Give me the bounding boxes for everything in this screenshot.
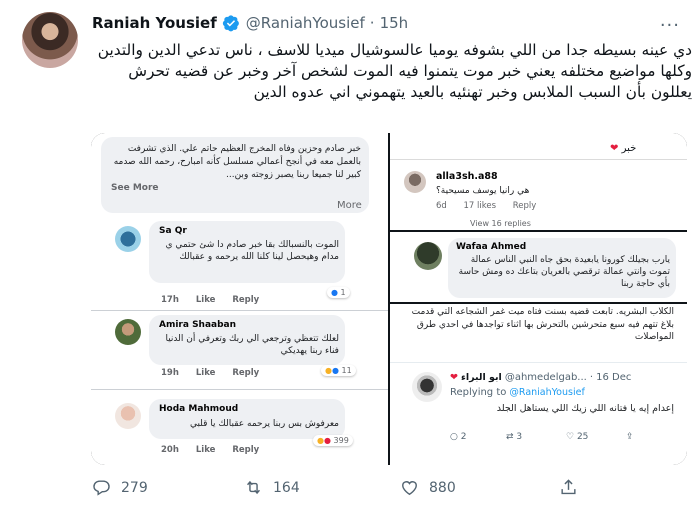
tweet-text: دي عينه بسيطه جدا من اللي بشوفه يوميا عا… (97, 41, 692, 101)
reaction-count: 399 (333, 436, 349, 445)
reply-button[interactable]: Reply (232, 445, 259, 455)
reply-button[interactable]: Reply (232, 295, 259, 305)
like-button[interactable]: 880 (400, 478, 456, 497)
media-image-1[interactable]: خبر صادم وحزين وفاه المخرج العظيم حاتم ع… (91, 133, 388, 465)
commenter-avatar[interactable] (412, 372, 442, 402)
media-image-3[interactable]: Wafaa Ahmed يارب بجيلك كورونا يابعيدة بح… (390, 232, 687, 302)
reply-count[interactable]: ○ 2 (450, 432, 466, 442)
heart-icon: ❤ (610, 143, 619, 154)
divider (390, 362, 687, 363)
replying-to-label: Replying to (450, 387, 507, 398)
retweet-count[interactable]: ⇄ 3 (506, 432, 522, 442)
comment-time: 17h (161, 295, 179, 305)
author-name[interactable]: Raniah Yousief (92, 14, 217, 32)
likes-count[interactable]: 17 likes (464, 201, 497, 211)
comment-reactions[interactable]: ●● 11 (321, 365, 356, 376)
commenter-avatar[interactable] (115, 319, 141, 345)
divider (91, 389, 388, 390)
count-value: 25 (576, 432, 589, 442)
fragment-text: خبر (621, 143, 637, 154)
heart-icon (402, 481, 417, 496)
separator: · (369, 14, 375, 32)
commenter-name[interactable]: Hoda Mahmoud (159, 404, 238, 414)
tweet-time[interactable]: 15h (380, 14, 409, 32)
see-more-link[interactable]: See More (111, 182, 159, 195)
reply-count: 279 (121, 479, 148, 496)
post-text: الكلاب البشريه. تابعت قضيه بسنت فتاه ميت… (411, 307, 674, 342)
heart-icon: ❤ (450, 372, 458, 383)
comment-text: لعلك تتعظي وترجعي الي ربك وتعرفي أن الدن… (165, 334, 339, 356)
verified-badge-icon (222, 15, 239, 32)
comment-meta: 20h Like Reply (161, 445, 273, 455)
reply-date[interactable]: 16 Dec (596, 372, 631, 383)
tweet-header: Raniah Yousief @RaniahYousief · 15h (92, 14, 408, 32)
comment-reactions[interactable]: ●● 399 (313, 435, 353, 446)
comment-text: معرفوش بس ربنا يرحمه عقبالك يا قلبي (189, 419, 339, 429)
reaction-count: 11 (341, 366, 352, 375)
comment-time: 20h (161, 445, 179, 455)
media-image-2[interactable]: خبر ❤ alla3sh.a88 هي رانيا يوسف مسيحية؟ … (390, 133, 687, 230)
post-bubble: خبر صادم وحزين وفاه المخرج العظيم حاتم ع… (101, 137, 369, 213)
commenter-name[interactable]: Amira Shaaban (159, 320, 236, 330)
author-handle[interactable]: @RaniahYousief (246, 14, 365, 32)
tweet: Raniah Yousief @RaniahYousief · 15h ··· … (0, 0, 700, 515)
commenter-avatar[interactable] (115, 226, 141, 252)
media-image-4[interactable]: الكلاب البشريه. تابعت قضيه بسنت فتاه ميت… (390, 304, 687, 465)
reply-author-name[interactable]: ابو البراء (461, 372, 502, 383)
separator: · (589, 372, 594, 383)
replying-to: Replying to @RaniahYousief (450, 387, 585, 398)
comment-text: هي رانيا يوسف مسيحية؟ (436, 186, 530, 196)
post-text: خبر صادم وحزين وفاه المخرج العظيم حاتم ع… (113, 144, 361, 180)
commenter-name[interactable]: Wafaa Ahmed (456, 242, 526, 252)
like-button[interactable]: Like (196, 368, 216, 378)
reply-author-handle[interactable]: @ahmedelgab... (505, 372, 587, 383)
media-grid[interactable]: خبر صادم وحزين وفاه المخرج العظيم حاتم ع… (91, 133, 687, 465)
reply-button[interactable]: Reply (232, 368, 259, 378)
top-comment-fragment: خبر ❤ (610, 143, 636, 154)
like-count[interactable]: ♡ 25 (566, 432, 588, 442)
retweet-icon (247, 480, 260, 495)
divider (390, 159, 687, 160)
reply-actions: ○ 2 ⇄ 3 ♡ 25 ⇪ (450, 432, 674, 446)
share-button[interactable] (559, 478, 588, 497)
avatar[interactable] (22, 12, 78, 68)
replying-to-handle[interactable]: @RaniahYousief (509, 387, 584, 398)
count-value: 3 (516, 432, 523, 442)
commenter-name[interactable]: Sa Qr (159, 226, 187, 236)
more-label[interactable]: More (337, 200, 362, 211)
comment-meta: 19h Like Reply (161, 368, 273, 378)
comment-time: 19h (161, 368, 179, 378)
commenter-avatar[interactable] (414, 242, 442, 270)
reply-button[interactable]: Reply (513, 201, 537, 211)
like-button[interactable]: Like (196, 445, 216, 455)
comment-text: يارب بجيلك كورونا يابعيدة بحق جاه النبي … (458, 255, 670, 289)
comment-text: الموت بالنسبالك بقا خبر صادم دا شئ حتمي … (165, 240, 339, 262)
comment-meta: 17h Like Reply (161, 295, 273, 305)
comment-meta: 6d 17 likes Reply (436, 201, 550, 211)
count-value: 2 (460, 432, 467, 442)
commenter-avatar[interactable] (115, 403, 141, 429)
retweet-count: 164 (273, 479, 300, 496)
comment-time: 6d (436, 201, 447, 211)
reply-icon (93, 480, 110, 496)
share-icon (561, 479, 576, 495)
like-button[interactable]: Like (196, 295, 216, 305)
comment-reactions[interactable]: ● 1 (327, 287, 350, 298)
divider (91, 310, 388, 311)
more-horizontal-icon[interactable]: ··· (660, 15, 680, 36)
reply-text: إعدام إيه يا فتانه اللي زيك اللي يستاهل … (496, 403, 674, 414)
like-count: 880 (429, 479, 456, 496)
view-replies-link[interactable]: View 16 replies (470, 219, 531, 228)
commenter-avatar[interactable] (404, 171, 426, 193)
tweet-actions: 279 164 880 (92, 478, 692, 504)
commenter-name[interactable]: alla3sh.a88 (436, 171, 498, 182)
reply-header: ❤ ابو البراء @ahmedelgab... · 16 Dec (450, 372, 631, 383)
retweet-button[interactable]: 164 (244, 478, 300, 497)
share-icon[interactable]: ⇪ (626, 432, 634, 442)
reaction-count: 1 (340, 288, 346, 297)
reply-button[interactable]: 279 (92, 478, 148, 497)
